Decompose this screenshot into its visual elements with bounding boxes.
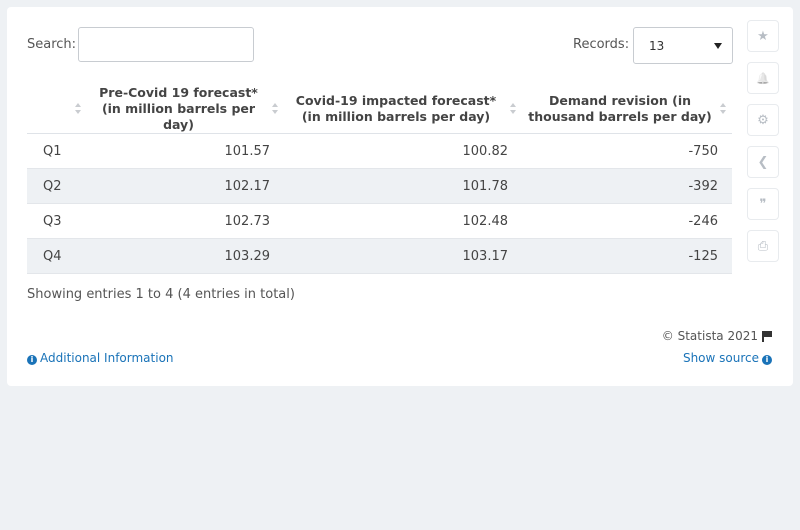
flag-icon[interactable] (762, 331, 772, 342)
show-source-label: Show source (682, 351, 759, 365)
additional-information-label: Additional Information (40, 351, 174, 365)
table-cell: -125 (522, 238, 732, 274)
additional-information-link[interactable]: i Additional Information (27, 351, 174, 365)
favorite-button[interactable]: ★ (747, 20, 779, 52)
table-cell: Q2 (27, 168, 87, 204)
cite-button[interactable]: ❞ (747, 188, 779, 220)
records-select[interactable]: 13 (633, 27, 733, 64)
info-icon: i (762, 355, 772, 365)
column-header-demand-revision[interactable]: Demand revision (in thousand barrels per… (522, 85, 732, 134)
table-header-row: Pre-Covid 19 forecast* (in million barre… (27, 85, 732, 134)
share-icon: ❮ (757, 154, 769, 170)
gear-icon: ⚙ (757, 112, 769, 128)
data-table: Pre-Covid 19 forecast* (in million barre… (27, 85, 732, 274)
search-label: Search: (27, 37, 77, 52)
copyright-text: © Statista 2021 (661, 329, 758, 343)
table-cell: Q4 (27, 238, 87, 274)
share-button[interactable]: ❮ (747, 146, 779, 178)
column-header-pre-covid[interactable]: Pre-Covid 19 forecast* (in million barre… (87, 85, 284, 134)
records-selected-value: 13 (649, 39, 665, 53)
column-header-period[interactable] (27, 85, 87, 134)
table-row: Q4 103.29 103.17 -125 (27, 238, 732, 274)
column-header-covid-impacted[interactable]: Covid-19 impacted forecast* (in million … (284, 85, 522, 134)
print-icon: ⎙ (757, 238, 769, 254)
table-card: Search: Records: 13 Pre-Covid 19 forecas… (7, 7, 793, 386)
table-cell: Q3 (27, 203, 87, 239)
info-icon: i (27, 355, 37, 365)
table-row: Q1 101.57 100.82 -750 (27, 133, 732, 169)
copyright: © Statista 2021 (661, 329, 772, 343)
table-cell: 101.78 (284, 168, 522, 204)
sort-icon (510, 103, 516, 115)
sort-icon (720, 103, 726, 115)
sort-icon (75, 103, 81, 115)
table-cell: 102.48 (284, 203, 522, 239)
notification-button[interactable]: 🔔 (747, 62, 779, 94)
table-cell: -392 (522, 168, 732, 204)
table-row: Q2 102.17 101.78 -392 (27, 168, 732, 204)
table-cell: 100.82 (284, 133, 522, 169)
records-label: Records: (573, 37, 630, 52)
search-input[interactable] (78, 27, 254, 62)
table-cell: Q1 (27, 133, 87, 169)
table-cell: 101.57 (87, 133, 284, 169)
star-icon: ★ (757, 28, 769, 44)
table-cell: 102.17 (87, 168, 284, 204)
show-source-link[interactable]: Show source i (683, 351, 772, 365)
entries-summary: Showing entries 1 to 4 (4 entries in tot… (27, 287, 295, 302)
table-row: Q3 102.73 102.48 -246 (27, 203, 732, 239)
bell-icon: 🔔 (756, 71, 770, 85)
table-cell: 102.73 (87, 203, 284, 239)
quote-icon: ❞ (759, 196, 767, 212)
table-cell: -246 (522, 203, 732, 239)
sort-icon (272, 103, 278, 115)
table-cell: -750 (522, 133, 732, 169)
table-cell: 103.29 (87, 238, 284, 274)
print-button[interactable]: ⎙ (747, 230, 779, 262)
table-cell: 103.17 (284, 238, 522, 274)
settings-button[interactable]: ⚙ (747, 104, 779, 136)
chevron-down-icon (714, 43, 722, 49)
